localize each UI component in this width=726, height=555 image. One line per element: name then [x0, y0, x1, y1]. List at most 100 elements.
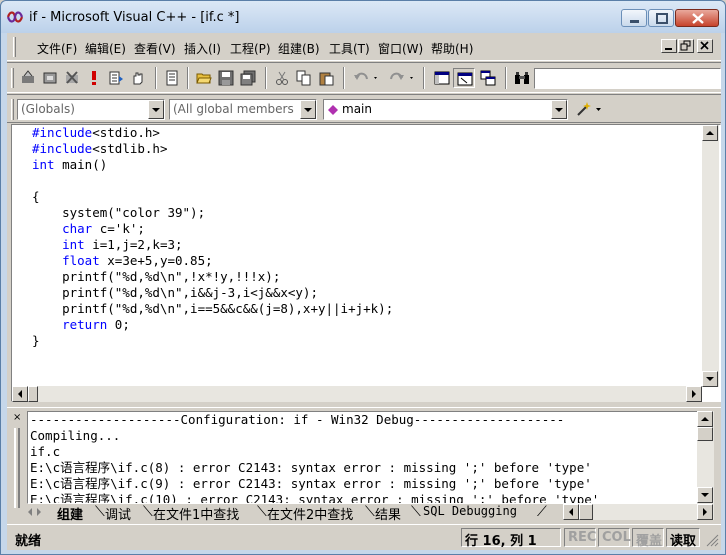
code-line[interactable]: }	[32, 333, 393, 349]
scroll-left-button[interactable]	[563, 504, 579, 520]
code-editor[interactable]: #include<stdio.h> #include<stdlib.h> int m…	[11, 124, 721, 402]
mdi-restore-button[interactable]	[678, 39, 694, 53]
code-line[interactable]: {	[32, 189, 393, 205]
mdi-minimize-button[interactable]	[661, 39, 677, 53]
docking-grip[interactable]	[14, 428, 20, 508]
minimize-button[interactable]	[621, 9, 647, 27]
toolbar-grip[interactable]	[11, 68, 14, 88]
output-pane-handle[interactable]: ×	[9, 410, 25, 520]
scroll-down-button[interactable]	[702, 371, 718, 387]
tab-find-in-files-2[interactable]: 在文件2中查找	[263, 504, 357, 523]
menu-edit[interactable]: 编辑(E)	[85, 40, 126, 57]
save-all-button[interactable]	[237, 68, 259, 88]
menu-insert[interactable]: 插入(I)	[184, 40, 221, 57]
code-line[interactable]: int main()	[32, 157, 393, 173]
code-line[interactable]: return 0;	[32, 317, 393, 333]
paste-button[interactable]	[315, 68, 337, 88]
scroll-down-button[interactable]	[697, 487, 713, 503]
close-button[interactable]	[675, 9, 719, 27]
redo-button[interactable]	[385, 68, 419, 88]
insert-breakpoint-button[interactable]	[127, 68, 149, 88]
tab-divider: ⟋	[537, 504, 547, 520]
save-button[interactable]	[215, 68, 237, 88]
output-view-button[interactable]	[453, 68, 475, 88]
tab-find-in-files-1[interactable]: 在文件1中查找	[149, 504, 243, 523]
undo-button[interactable]	[349, 68, 383, 88]
tab-debug[interactable]: 调试	[101, 504, 135, 523]
code-line[interactable]: #include<stdio.h>	[32, 125, 393, 141]
output-line[interactable]: Compiling...	[30, 428, 599, 444]
dropdown-arrow-icon[interactable]	[300, 100, 316, 119]
class-combo[interactable]: (Globals)	[17, 99, 165, 120]
scroll-up-button[interactable]	[697, 411, 713, 427]
output-line[interactable]: E:\c语言程序\if.c(9) : error C2143: syntax e…	[30, 476, 599, 492]
build-icon	[43, 72, 57, 84]
output-line[interactable]: --------------------Configuration: if - …	[30, 412, 599, 428]
editor-horizontal-scrollbar[interactable]	[12, 386, 702, 402]
menubar-grip[interactable]	[13, 37, 16, 57]
find-combo-input[interactable]	[534, 68, 721, 89]
compile-button[interactable]	[17, 68, 39, 88]
scroll-left-button[interactable]	[12, 386, 28, 402]
menu-build[interactable]: 组建(B)	[278, 40, 320, 57]
execute-button[interactable]	[83, 68, 105, 88]
title-bar[interactable]: if - Microsoft Visual C++ - [if.c *]	[1, 1, 725, 33]
code-line[interactable]: printf("%d,%d\n",i==5&&c&&(j=8),x+y||i+j…	[32, 301, 393, 317]
output-line[interactable]: E:\c语言程序\if.c(8) : error C2143: syntax e…	[30, 460, 599, 476]
toolbar-grip[interactable]	[11, 99, 14, 120]
output-text[interactable]: --------------------Configuration: if - …	[27, 411, 699, 504]
resize-grip-icon[interactable]	[705, 533, 719, 547]
tab-sql-debugging[interactable]: SQL Debugging	[419, 504, 521, 520]
wizard-actions-button[interactable]	[573, 99, 605, 119]
output-vertical-scrollbar[interactable]	[697, 411, 714, 504]
scroll-thumb[interactable]	[579, 504, 593, 520]
output-lines[interactable]: --------------------Configuration: if - …	[30, 412, 599, 503]
stop-build-button[interactable]	[61, 68, 83, 88]
dropdown-arrow-icon[interactable]	[148, 100, 164, 119]
scroll-thumb[interactable]	[28, 386, 38, 402]
cut-button[interactable]	[271, 68, 293, 88]
tab-build[interactable]: 组建	[53, 504, 87, 523]
find-in-files-button[interactable]	[511, 68, 533, 88]
code-line[interactable]: printf("%d,%d\n",i&&j-3,i<j&&x<y);	[32, 285, 393, 301]
close-icon[interactable]: ×	[13, 412, 21, 423]
open-button[interactable]	[193, 68, 215, 88]
code-line[interactable]: float x=3e+5,y=0.85;	[32, 253, 393, 269]
go-button[interactable]	[105, 68, 127, 88]
hand-icon	[133, 72, 143, 85]
output-line[interactable]: if.c	[30, 444, 599, 460]
window-list-button[interactable]	[477, 68, 499, 88]
output-horizontal-scrollbar[interactable]	[563, 504, 714, 520]
menu-view[interactable]: 查看(V)	[134, 40, 176, 57]
function-combo[interactable]: main	[323, 99, 568, 120]
output-line[interactable]: E:\c语言程序\if.c(10) : error C2143: syntax …	[30, 492, 599, 503]
scroll-right-button[interactable]	[697, 504, 713, 520]
tab-results[interactable]: 结果	[371, 504, 405, 523]
menu-project[interactable]: 工程(P)	[230, 40, 271, 57]
scroll-thumb[interactable]	[697, 427, 713, 441]
menu-window[interactable]: 窗口(W)	[378, 40, 423, 57]
members-combo[interactable]: (All global members	[169, 99, 317, 120]
workspace-view-button[interactable]	[431, 68, 453, 88]
copy-button[interactable]	[293, 68, 315, 88]
editor-gutter[interactable]	[12, 125, 24, 401]
build-button[interactable]	[39, 68, 61, 88]
workspace-button[interactable]	[161, 68, 183, 88]
editor-vertical-scrollbar[interactable]	[702, 125, 719, 387]
code-line[interactable]: char c='k';	[32, 221, 393, 237]
scroll-right-button[interactable]	[686, 386, 702, 402]
code-line[interactable]: system("color 39");	[32, 205, 393, 221]
code-line[interactable]: int i=1,j=2,k=3;	[32, 237, 393, 253]
code-line[interactable]: #include<stdlib.h>	[32, 141, 393, 157]
maximize-button[interactable]	[648, 9, 674, 27]
mdi-close-button[interactable]	[697, 39, 713, 53]
code-line[interactable]: printf("%d,%d\n",!x*!y,!!!x);	[32, 269, 393, 285]
tab-scroll-left-icon[interactable]	[27, 507, 47, 517]
code-text[interactable]: #include<stdio.h> #include<stdlib.h> int m…	[32, 125, 393, 349]
menu-tools[interactable]: 工具(T)	[329, 40, 370, 57]
menu-file[interactable]: 文件(F)	[37, 40, 77, 57]
code-line[interactable]	[32, 173, 393, 189]
menu-help[interactable]: 帮助(H)	[431, 40, 473, 57]
dropdown-arrow-icon[interactable]	[551, 100, 567, 119]
scroll-up-button[interactable]	[702, 125, 718, 141]
